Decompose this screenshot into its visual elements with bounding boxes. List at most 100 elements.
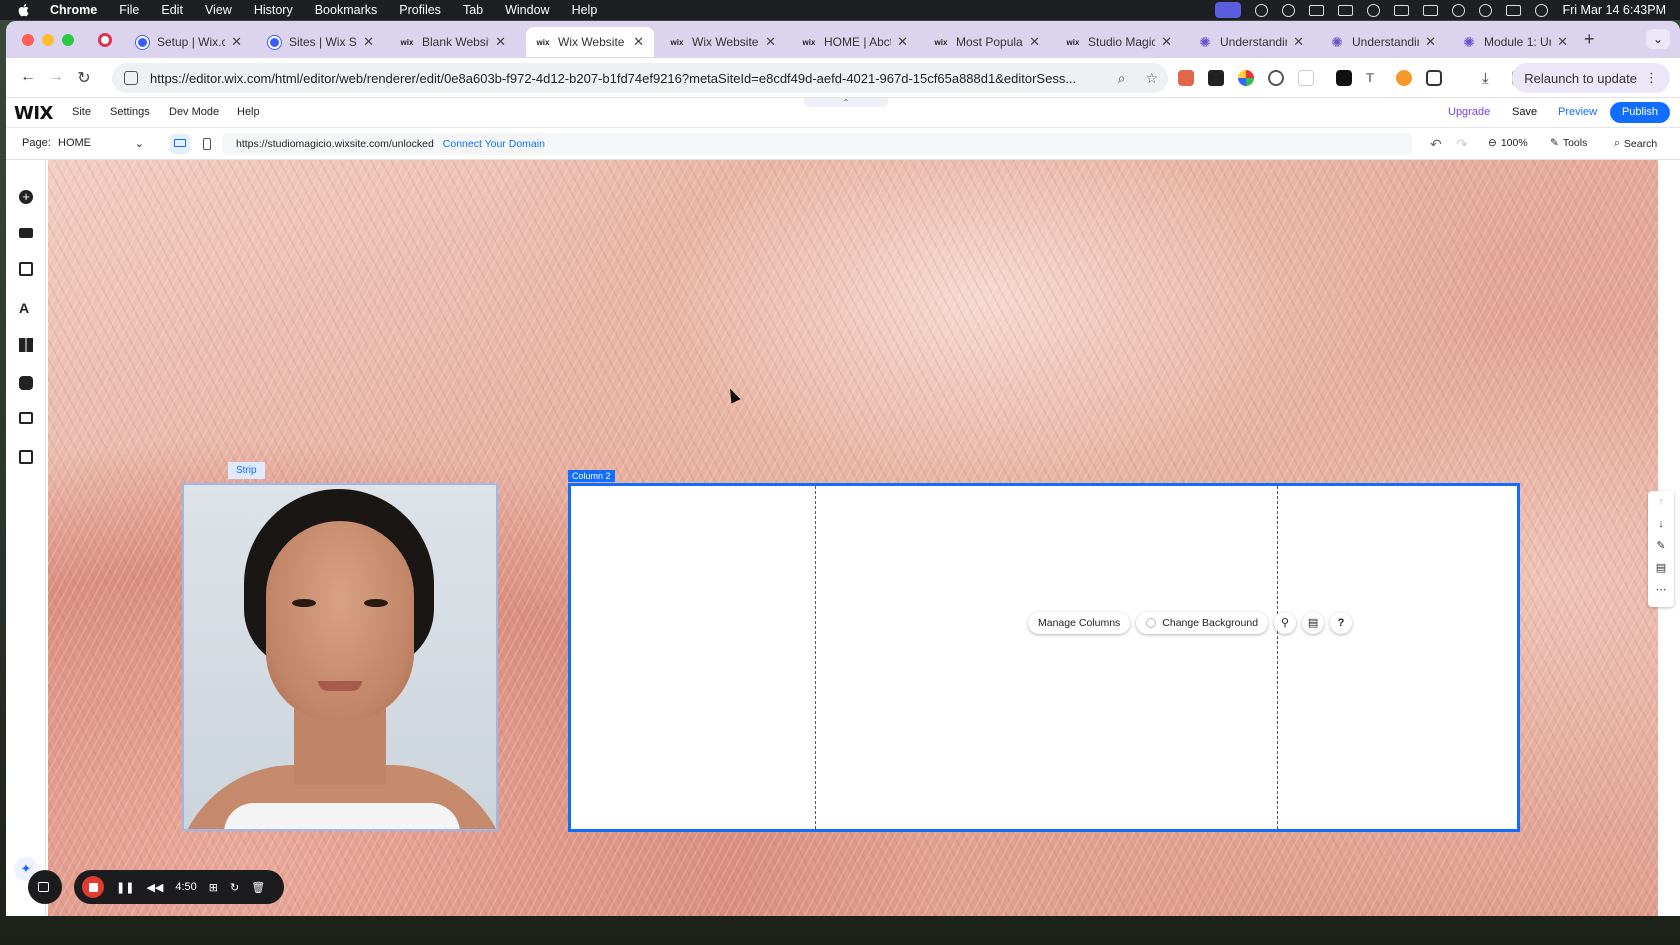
omnibox[interactable]: https://editor.wix.com/html/editor/web/r…: [112, 63, 1168, 93]
animation-icon[interactable]: ⚲: [1274, 612, 1297, 634]
tools-button[interactable]: ✎ Tools: [1550, 137, 1587, 149]
collapse-toolbar-chevron-icon[interactable]: ⌃: [804, 98, 888, 107]
tab-close-icon[interactable]: ✕: [1293, 34, 1304, 50]
wix-menu-settings[interactable]: Settings: [110, 106, 150, 118]
chrome-status-icon[interactable]: [1282, 3, 1296, 17]
add-apps-icon[interactable]: [19, 338, 33, 352]
strip-label[interactable]: Strip: [228, 462, 265, 479]
tab-understanding-1[interactable]: ✺ Understandin ✕: [1188, 27, 1314, 57]
spotlight-search-icon[interactable]: [1479, 3, 1493, 17]
url-text[interactable]: https://editor.wix.com/html/editor/web/r…: [150, 71, 1108, 86]
tab-home-abctr[interactable]: wix HOME | Abctr ✕: [792, 27, 918, 57]
help-icon[interactable]: ?: [1330, 612, 1353, 634]
display-status-icon[interactable]: [1394, 4, 1410, 16]
text-extension-icon[interactable]: T: [1366, 70, 1382, 86]
zoom-control[interactable]: ⊖ 100%: [1488, 137, 1528, 149]
fox-extension-icon[interactable]: [1396, 70, 1412, 86]
blank-extension-icon[interactable]: [1298, 70, 1314, 86]
back-arrow-icon[interactable]: ←: [18, 68, 38, 86]
edit-pencil-icon[interactable]: ✎: [1648, 535, 1674, 557]
site-info-icon[interactable]: [124, 71, 138, 85]
move-up-icon[interactable]: ↑: [1648, 491, 1674, 513]
bookmark-star-icon[interactable]: ☆: [1145, 70, 1158, 87]
save-button[interactable]: Save: [1512, 106, 1537, 118]
screen-recording-icon[interactable]: [1215, 2, 1242, 18]
more-options-icon[interactable]: ⋯: [1648, 579, 1674, 601]
close-window-button[interactable]: [22, 34, 34, 46]
tab-close-icon[interactable]: ✕: [1029, 34, 1040, 50]
menu-history[interactable]: History: [254, 3, 293, 17]
apple-icon[interactable]: [16, 2, 32, 18]
tab-close-icon[interactable]: ✕: [363, 34, 374, 50]
menu-bookmarks[interactable]: Bookmarks: [315, 3, 378, 17]
undo-icon[interactable]: ↶: [1430, 136, 1442, 153]
search-button[interactable]: ⌕ Search: [1614, 137, 1657, 150]
menu-view[interactable]: View: [205, 3, 232, 17]
tab-close-icon[interactable]: ✕: [765, 34, 776, 50]
column-divider[interactable]: [1277, 486, 1278, 829]
recorder-camera-button[interactable]: [28, 870, 62, 904]
preview-button[interactable]: Preview: [1558, 106, 1597, 118]
tab-sites-wix[interactable]: Sites | Wix Stu ✕: [258, 27, 384, 57]
upgrade-link[interactable]: Upgrade: [1448, 106, 1490, 118]
tab-close-icon[interactable]: ✕: [1557, 34, 1568, 50]
notes-status-icon[interactable]: [1309, 4, 1325, 16]
tab-wix-website-editor[interactable]: wix Wix Website E ✕: [660, 27, 786, 57]
rewind-icon[interactable]: ◀◀: [146, 881, 163, 894]
menu-file[interactable]: File: [119, 3, 139, 17]
extension-window-icon[interactable]: [1208, 70, 1224, 86]
wix-menu-dev-mode[interactable]: Dev Mode: [169, 106, 219, 118]
change-background-button[interactable]: Change Background: [1136, 612, 1269, 634]
pages-menu-icon[interactable]: [19, 262, 33, 276]
grid-icon[interactable]: ⊞: [209, 881, 218, 894]
wix-menu-help[interactable]: Help: [237, 106, 260, 118]
toggle-status-icon[interactable]: [1338, 4, 1354, 16]
recording-indicator-icon[interactable]: [98, 33, 112, 47]
wix-logo[interactable]: WIX: [14, 103, 53, 124]
relaunch-to-update-button[interactable]: Relaunch to update ⋮: [1512, 63, 1670, 93]
tab-close-icon[interactable]: ✕: [633, 34, 644, 50]
layout-icon[interactable]: ▤: [1648, 557, 1674, 579]
battery-icon[interactable]: [1423, 4, 1439, 16]
tab-close-icon[interactable]: ✕: [495, 34, 506, 50]
tab-understanding-2[interactable]: ✺ Understandin ✕: [1320, 27, 1446, 57]
page-selector[interactable]: HOME ⌄: [58, 137, 144, 150]
site-design-icon[interactable]: A: [19, 300, 33, 316]
download-icon[interactable]: ⤓: [1482, 70, 1498, 87]
tab-close-icon[interactable]: ✕: [1161, 34, 1172, 50]
forward-arrow-icon[interactable]: →: [46, 68, 66, 86]
desktop-view-button[interactable]: [170, 134, 190, 154]
tab-module-1[interactable]: ✺ Module 1: Unc ✕: [1452, 27, 1578, 57]
openai-status-icon[interactable]: [1367, 3, 1381, 17]
menu-profiles[interactable]: Profiles: [399, 3, 441, 17]
reload-icon[interactable]: ↻: [74, 68, 94, 88]
control-center-icon[interactable]: [1506, 4, 1522, 16]
restart-icon[interactable]: ↻: [230, 881, 239, 894]
mobile-view-button[interactable]: [197, 134, 217, 154]
maximize-window-button[interactable]: [62, 34, 74, 46]
add-elements-icon[interactable]: +: [19, 190, 33, 204]
tab-blank-website[interactable]: wix Blank Website ✕: [390, 27, 516, 57]
layout-icon[interactable]: ▤: [1302, 612, 1325, 634]
column-2-label[interactable]: Column 2: [568, 470, 615, 482]
cms-icon[interactable]: [19, 450, 33, 464]
menu-chrome[interactable]: Chrome: [50, 3, 97, 17]
menu-tab[interactable]: Tab: [463, 3, 483, 17]
tab-setup-wix[interactable]: Setup | Wix.co ✕: [126, 27, 252, 57]
zoom-magnifier-icon[interactable]: ⌕: [1118, 70, 1126, 87]
openai-extension-icon[interactable]: [1268, 70, 1284, 86]
tab-close-icon[interactable]: ✕: [1425, 34, 1436, 50]
tab-most-popular[interactable]: wix Most Popular ✕: [924, 27, 1050, 57]
siri-icon[interactable]: [1535, 3, 1549, 17]
tab-search-chevron-icon[interactable]: ⌄: [1646, 29, 1670, 49]
new-tab-button[interactable]: +: [1584, 29, 1595, 50]
move-down-icon[interactable]: ↓: [1648, 513, 1674, 535]
zoom-app-icon[interactable]: [1255, 3, 1269, 17]
wix-menu-site[interactable]: Site: [72, 106, 91, 118]
menu-window[interactable]: Window: [505, 3, 549, 17]
business-tools-icon[interactable]: [19, 376, 33, 390]
trash-icon[interactable]: 🗑: [251, 881, 265, 894]
manage-columns-button[interactable]: Manage Columns: [1028, 612, 1131, 634]
redo-icon[interactable]: ↷: [1456, 136, 1468, 153]
connect-domain-link[interactable]: Connect Your Domain: [443, 138, 545, 150]
